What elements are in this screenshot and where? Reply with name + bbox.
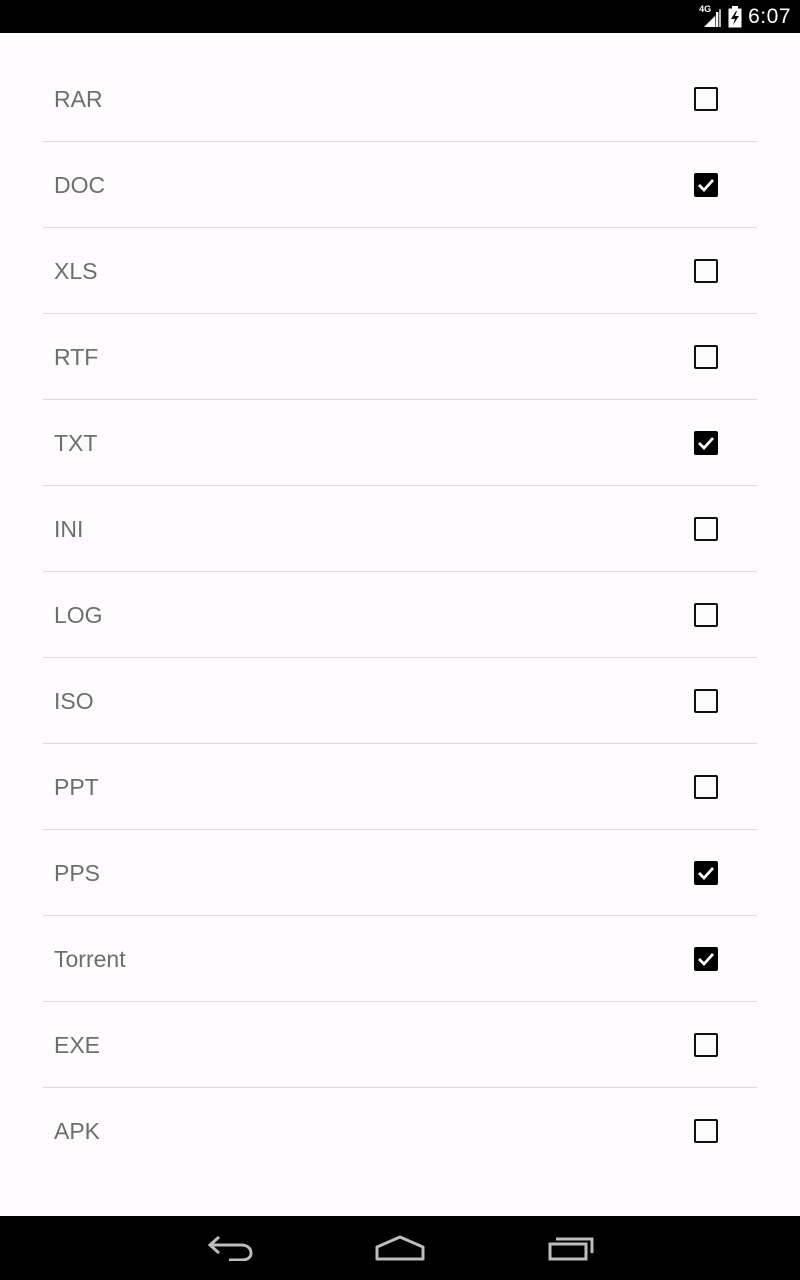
signal-icon: 4G <box>699 3 722 28</box>
file-type-checkbox[interactable] <box>694 345 718 369</box>
checkmark-icon <box>698 953 715 967</box>
file-type-label: PPS <box>54 860 101 886</box>
file-type-label: Torrent <box>54 946 126 972</box>
list-item[interactable]: INI <box>43 486 757 572</box>
file-type-label: PPT <box>54 774 99 800</box>
file-type-checkbox[interactable] <box>694 947 718 971</box>
list-item[interactable]: RAR <box>43 56 757 142</box>
file-type-checkbox[interactable] <box>694 431 718 455</box>
recent-apps-button[interactable] <box>531 1228 611 1268</box>
back-button[interactable] <box>190 1228 270 1268</box>
file-type-checkbox[interactable] <box>694 173 718 197</box>
file-type-checkbox[interactable] <box>694 603 718 627</box>
file-type-list: RAR DOC XLS RTF TXT INI LOG ISO PPT PPS Torrent EXE… <box>43 56 757 1174</box>
file-type-label: DOC <box>54 172 106 198</box>
home-button[interactable] <box>360 1228 440 1268</box>
file-type-label: APK <box>54 1118 101 1144</box>
list-item[interactable]: RTF <box>43 314 757 400</box>
checkmark-icon <box>698 867 715 881</box>
checkmark-icon <box>698 437 715 451</box>
navigation-bar <box>0 1216 800 1280</box>
file-type-label: LOG <box>54 602 103 628</box>
list-item[interactable]: LOG <box>43 572 757 658</box>
file-type-checkbox[interactable] <box>694 689 718 713</box>
list-item[interactable]: XLS <box>43 228 757 314</box>
list-item[interactable]: ISO <box>43 658 757 744</box>
file-type-label: TXT <box>54 430 98 456</box>
list-item[interactable]: Torrent <box>43 916 757 1002</box>
list-item[interactable]: DOC <box>43 142 757 228</box>
list-item[interactable]: EXE <box>43 1002 757 1088</box>
file-type-label: INI <box>54 516 84 542</box>
file-type-label: RAR <box>54 86 103 112</box>
home-icon <box>375 1235 425 1261</box>
file-type-label: ISO <box>54 688 94 714</box>
file-type-settings: RAR DOC XLS RTF TXT INI LOG ISO PPT PPS Torrent EXE… <box>0 33 800 1216</box>
file-type-checkbox[interactable] <box>694 1033 718 1057</box>
file-type-checkbox[interactable] <box>694 775 718 799</box>
file-type-checkbox[interactable] <box>694 87 718 111</box>
file-type-checkbox[interactable] <box>694 517 718 541</box>
checkmark-icon <box>698 179 715 193</box>
file-type-checkbox[interactable] <box>694 259 718 283</box>
status-time: 6:07 <box>748 4 791 28</box>
file-type-checkbox[interactable] <box>694 861 718 885</box>
list-item[interactable]: TXT <box>43 400 757 486</box>
status-icons: 4G 6:07 <box>699 0 791 33</box>
back-icon <box>207 1235 253 1261</box>
file-type-label: RTF <box>54 344 99 370</box>
file-type-checkbox[interactable] <box>694 1119 718 1143</box>
battery-icon <box>728 5 742 28</box>
file-type-label: XLS <box>54 258 98 284</box>
file-type-label: EXE <box>54 1032 101 1058</box>
list-item[interactable]: APK <box>43 1088 757 1174</box>
status-bar: 4G 6:07 <box>0 0 800 33</box>
list-item[interactable]: PPT <box>43 744 757 830</box>
list-item[interactable]: PPS <box>43 830 757 916</box>
recent-apps-icon <box>548 1237 594 1261</box>
network-type-label: 4G <box>699 3 712 14</box>
